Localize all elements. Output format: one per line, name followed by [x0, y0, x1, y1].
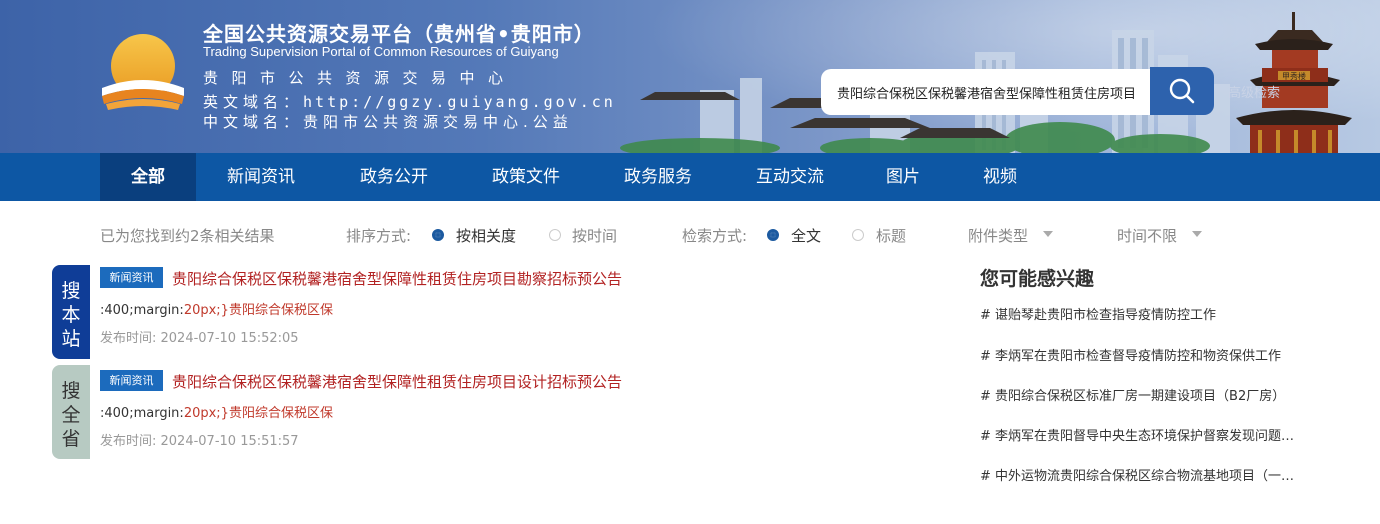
category-badge: 新闻资讯	[100, 370, 163, 391]
english-domain-label: 英文域名：	[203, 93, 304, 111]
recommend-item[interactable]: # 李炳军在贵阳市检查督导疫情防控和物资保供工作	[980, 345, 1300, 364]
publish-time: 发布时间: 2024-07-10 15:51:57	[100, 434, 299, 449]
main-nav: 全部 新闻资讯 政务公开 政策文件 政务服务 互动交流 图片 视频	[0, 153, 1380, 201]
snippet-highlight: 20px;}贵阳综合保税区保	[183, 406, 333, 421]
chinese-domain-row: 中文域名：贵阳市公共资源交易中心.公益	[203, 111, 573, 132]
time-range-caret-icon	[1192, 231, 1202, 237]
snippet-highlight: 20px;}贵阳综合保税区保	[183, 303, 333, 318]
sort-label: 排序方式:	[346, 227, 412, 245]
search-mode-title-label[interactable]: 标题	[876, 225, 906, 246]
search-mode-fulltext-radio[interactable]	[767, 229, 779, 241]
result-snippet: :400;margin:20px;}贵阳综合保税区保	[100, 299, 333, 318]
nav-item-videos[interactable]: 视频	[964, 153, 1036, 201]
sort-relevance-label[interactable]: 按相关度	[456, 225, 516, 246]
category-badge: 新闻资讯	[100, 267, 163, 288]
search-mode-title-radio[interactable]	[852, 229, 864, 241]
publish-time: 发布时间: 2024-07-10 15:52:05	[100, 331, 299, 346]
snippet-text: :400;margin:	[100, 406, 184, 421]
site-title: 全国公共资源交易平台（贵州省•贵阳市）	[203, 22, 595, 46]
tab-search-this-site[interactable]: 搜本站	[52, 265, 90, 359]
search-mode-fulltext-label[interactable]: 全文	[791, 225, 821, 246]
sort-time-radio[interactable]	[549, 229, 561, 241]
recommend-item[interactable]: # 贵阳综合保税区标准厂房一期建设项目（B2厂房）	[980, 385, 1300, 404]
recommend-item[interactable]: # 谌贻琴赴贵阳市检查指导疫情防控工作	[980, 304, 1300, 323]
recommend-item[interactable]: # 李炳军在贵阳督导中央生态环境保护督察发现问题整改	[980, 425, 1300, 444]
nav-item-government-services[interactable]: 政务服务	[603, 153, 713, 201]
result-title-link[interactable]: 贵阳综合保税区保税馨港宿舍型保障性租赁住房项目设计招标预公告	[172, 371, 622, 392]
recommend-item[interactable]: # 中外运物流贵阳综合保税区综合物流基地项目（一期）	[980, 465, 1300, 484]
search-icon	[1169, 78, 1195, 104]
result-snippet: :400;margin:20px;}贵阳综合保税区保	[100, 402, 333, 421]
nav-item-news[interactable]: 新闻资讯	[206, 153, 316, 201]
center-name: 贵阳市公共资源交易中心	[203, 69, 517, 87]
chinese-domain-value: 贵阳市公共资源交易中心.公益	[303, 113, 573, 131]
result-count: 已为您找到约2条相关结果	[100, 227, 275, 245]
tab-search-this-site-label: 搜本站	[61, 280, 81, 350]
english-domain-row: 英文域名：http://ggzy.guiyang.gov.cn	[203, 91, 616, 112]
nav-item-government-affairs[interactable]: 政务公开	[339, 153, 449, 201]
tab-search-province[interactable]: 搜全省	[52, 365, 90, 459]
english-domain-value: http://ggzy.guiyang.gov.cn	[303, 93, 616, 111]
site-title-english: Trading Supervision Portal of Common Res…	[203, 44, 559, 59]
nav-item-images[interactable]: 图片	[867, 153, 939, 201]
tab-search-province-label: 搜全省	[61, 380, 81, 450]
recommend-title: 您可能感兴趣	[980, 268, 1095, 290]
attachment-type-caret-icon	[1043, 231, 1053, 237]
result-title-link[interactable]: 贵阳综合保税区保税馨港宿舍型保障性租赁住房项目勘察招标预公告	[172, 268, 622, 289]
nav-item-interaction[interactable]: 互动交流	[735, 153, 845, 201]
attachment-type-dropdown[interactable]: 附件类型	[968, 225, 1028, 246]
search-mode-label: 检索方式:	[682, 227, 748, 245]
site-logo	[102, 34, 184, 110]
search-input[interactable]	[821, 69, 1150, 115]
sort-relevance-radio[interactable]	[432, 229, 444, 241]
sort-time-label[interactable]: 按时间	[572, 225, 617, 246]
pavilion-sign: 甲秀楼	[1282, 71, 1306, 81]
nav-item-all[interactable]: 全部	[100, 153, 196, 201]
chinese-domain-label: 中文域名：	[203, 113, 304, 131]
time-range-dropdown[interactable]: 时间不限	[1117, 225, 1177, 246]
site-header: 甲秀楼 全国公共资源交易平台（贵州省•贵阳市） Trading Supervis…	[0, 0, 1380, 153]
advanced-search-link[interactable]: 高级检索	[1228, 82, 1280, 101]
snippet-text: :400;margin:	[100, 303, 184, 318]
search-button[interactable]	[1150, 67, 1214, 115]
nav-item-policy-documents[interactable]: 政策文件	[471, 153, 581, 201]
